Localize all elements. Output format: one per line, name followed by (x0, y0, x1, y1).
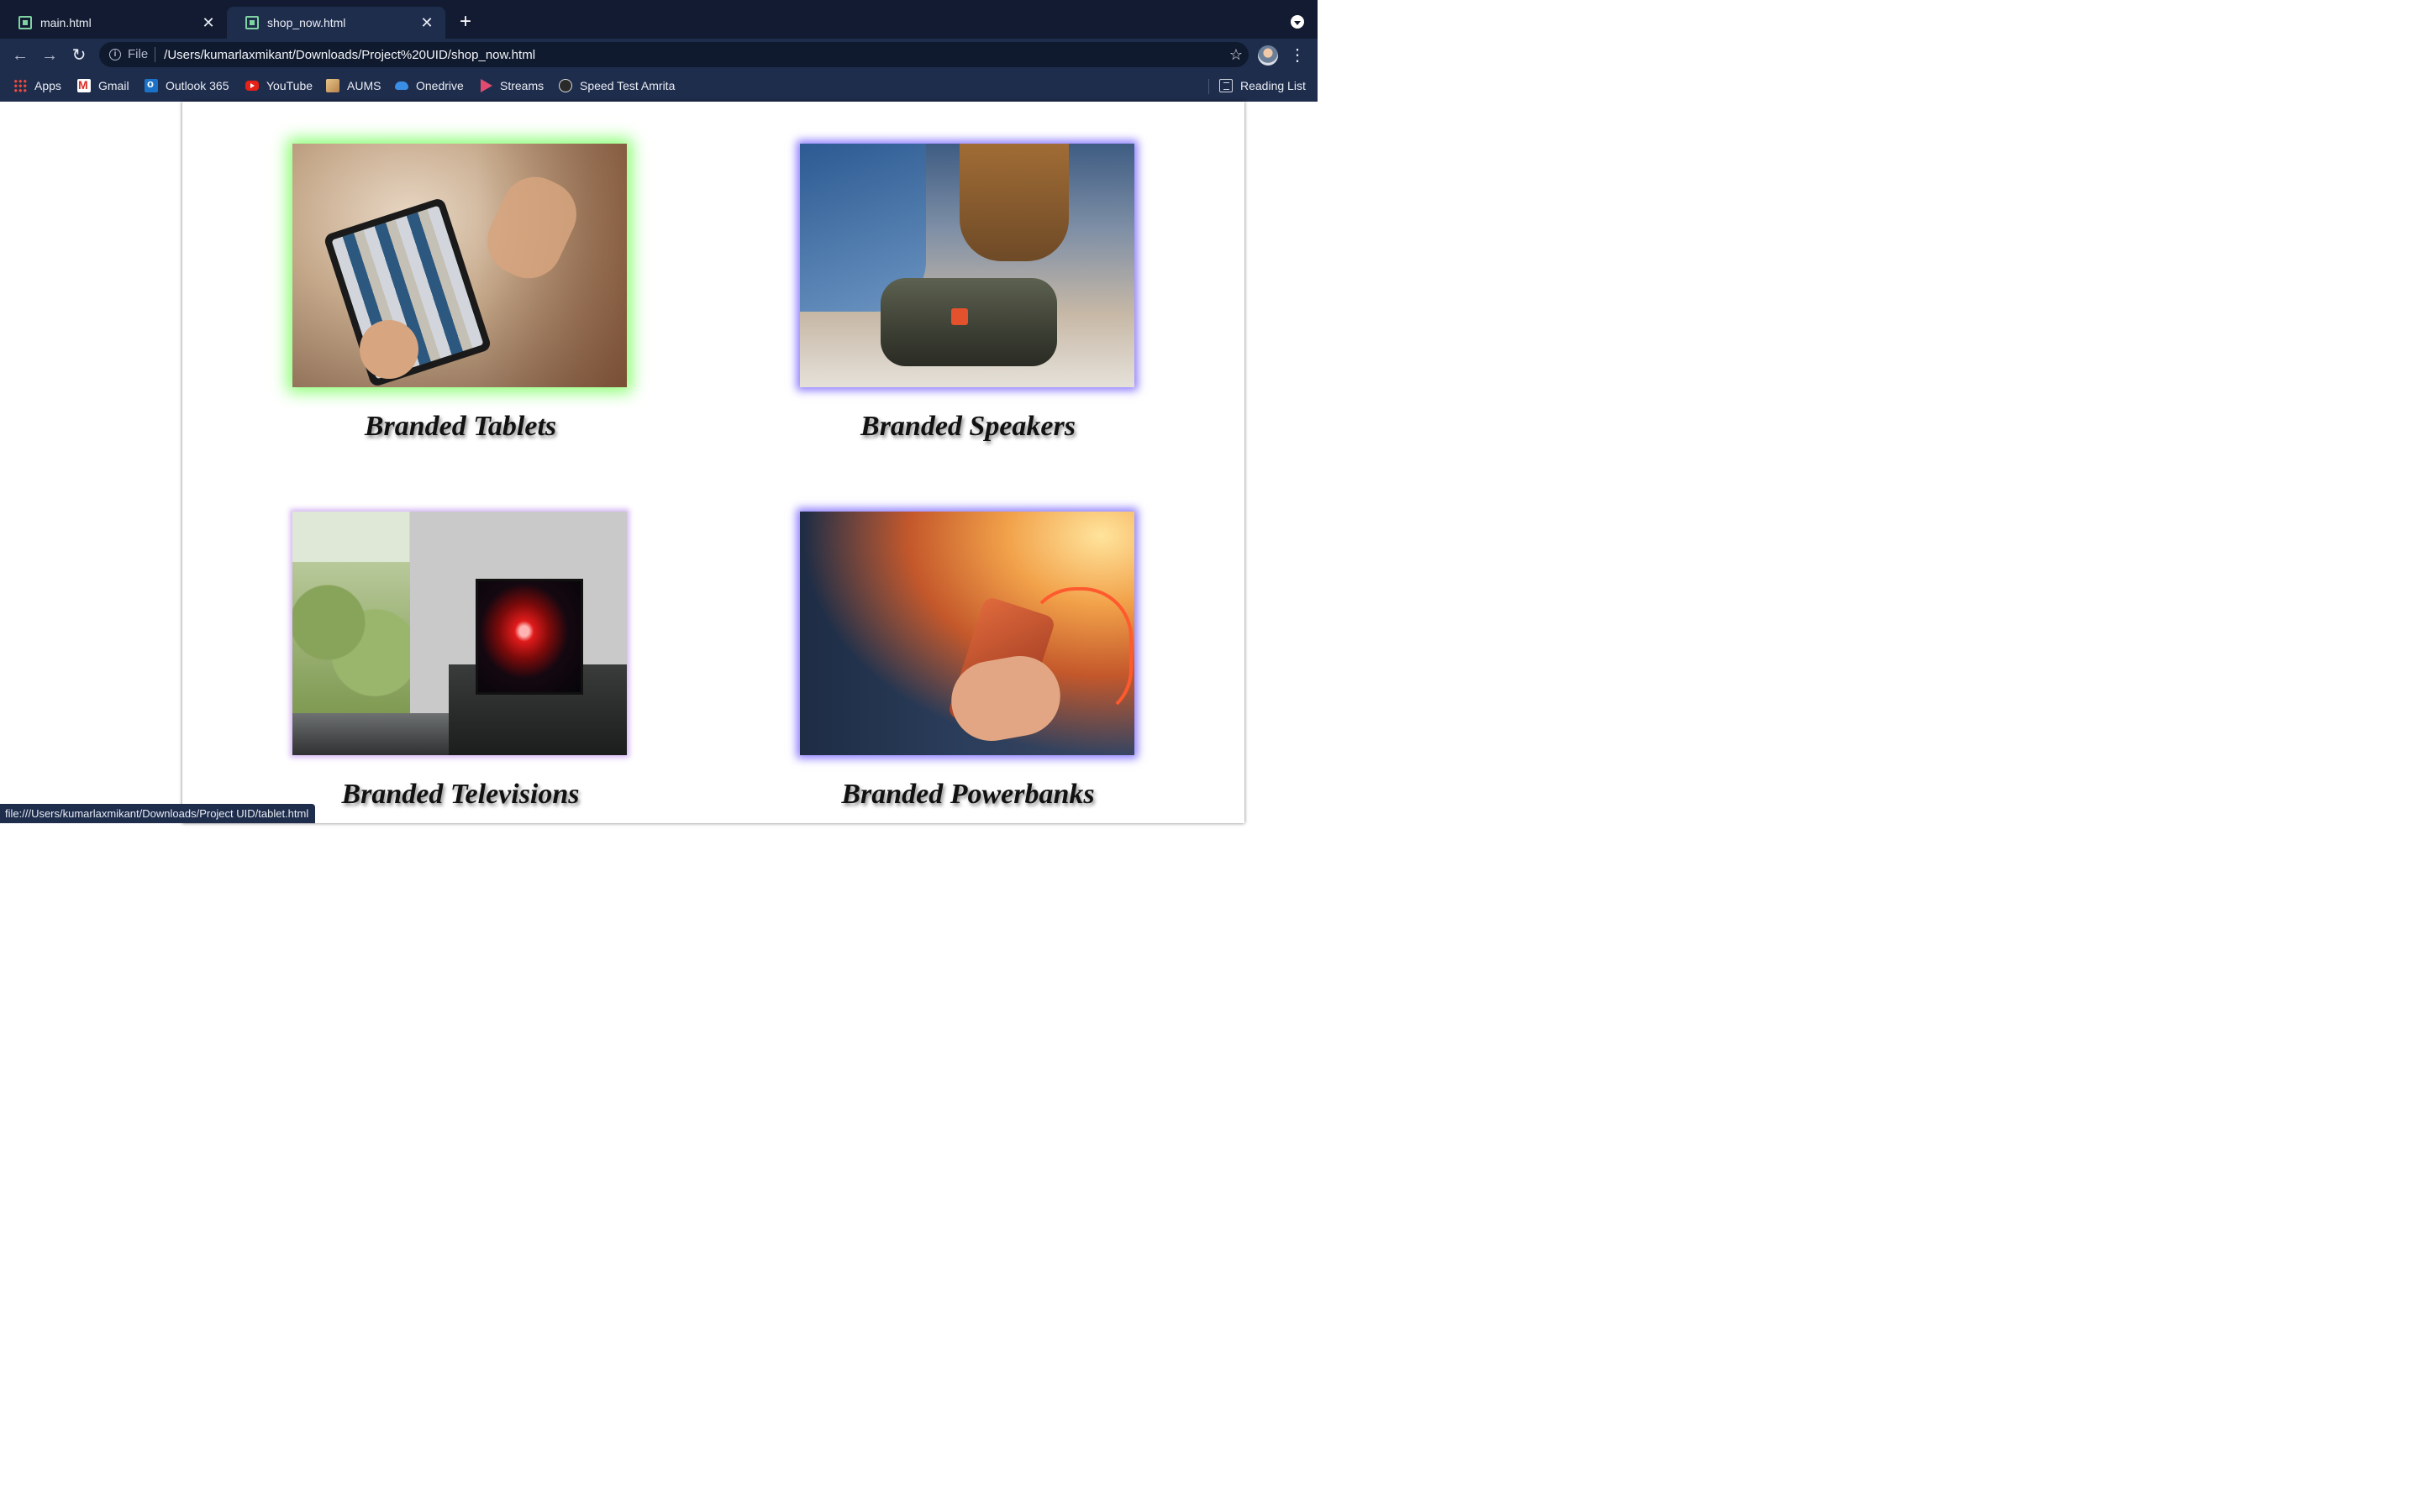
bookmark-label: Gmail (98, 79, 129, 92)
reading-list-icon (1219, 79, 1233, 92)
powerbank-product-image[interactable] (800, 512, 1134, 755)
new-tab-button[interactable]: + (455, 10, 476, 34)
browser-menu-icon[interactable]: ⋮ (1289, 44, 1306, 67)
product-caption[interactable]: Branded Speakers (800, 411, 1136, 443)
link-status-bubble: file:///Users/kumarlaxmikant/Downloads/P… (0, 804, 316, 823)
product-caption[interactable]: Branded Powerbanks (800, 779, 1136, 811)
jacket-shape (960, 144, 1069, 261)
youtube-icon (245, 81, 259, 91)
tv-screen-shape (476, 579, 583, 695)
site-info-icon[interactable]: i (109, 49, 121, 60)
bookmark-star-icon[interactable]: ☆ (1223, 46, 1249, 64)
hand-shape (476, 165, 588, 290)
bookmark-apps[interactable]: Apps (13, 77, 61, 94)
close-tab-icon[interactable]: ✕ (418, 14, 435, 32)
hand-shape (360, 320, 418, 379)
browser-toolbar: ← → ↻ i File /Users/kumarlaxmikant/Downl… (0, 39, 1318, 72)
browser-chrome: main.html ✕ shop_now.html ✕ + ← → ↻ i Fi… (0, 0, 1318, 102)
bookmark-onedrive[interactable]: Onedrive (395, 77, 464, 94)
tab-strip: main.html ✕ shop_now.html ✕ + (0, 0, 1318, 39)
bookmark-label: Outlook 365 (166, 79, 229, 92)
bookmark-label: YouTube (266, 79, 313, 92)
tab-shop-now-html[interactable]: shop_now.html ✕ (227, 7, 445, 39)
product-card-televisions[interactable]: Branded Televisions (292, 512, 629, 811)
bookmarks-bar: Apps Gmail Outlook 365 YouTube AUMS Oned… (0, 72, 1318, 102)
plants-shape (292, 562, 410, 713)
product-caption[interactable]: Branded Televisions (292, 779, 629, 811)
speaker-product-image[interactable] (800, 144, 1134, 387)
gmail-icon (77, 78, 91, 92)
bookmark-speed-test[interactable]: Speed Test Amrita (559, 77, 675, 94)
bookmark-label: Onedrive (416, 79, 464, 92)
bookmark-label: Speed Test Amrita (580, 79, 676, 92)
bookmarks-divider (1208, 79, 1209, 94)
page-favicon-icon (245, 16, 259, 29)
reading-list-label: Reading List (1240, 79, 1306, 92)
reload-icon[interactable]: ↻ (69, 45, 89, 66)
bookmark-label: Streams (500, 79, 544, 92)
apps-grid-icon (13, 79, 27, 92)
url-text[interactable]: /Users/kumarlaxmikant/Downloads/Project%… (164, 48, 1223, 62)
outlook-icon (145, 77, 158, 92)
tab-title: main.html (40, 16, 92, 29)
tab-search-icon[interactable] (1291, 15, 1304, 29)
bookmark-outlook[interactable]: Outlook 365 (145, 77, 229, 94)
onedrive-icon (395, 81, 408, 90)
page-favicon-icon (18, 16, 32, 29)
bookmark-streams[interactable]: Streams (479, 77, 544, 94)
aums-icon (326, 79, 339, 92)
speaker-shape (881, 278, 1057, 366)
bookmark-label: AUMS (347, 79, 381, 92)
reading-list-button[interactable]: Reading List (1219, 77, 1306, 94)
close-tab-icon[interactable]: ✕ (200, 14, 217, 32)
tab-main-html[interactable]: main.html ✕ (0, 7, 227, 39)
profile-avatar[interactable] (1258, 45, 1278, 66)
tab-title: shop_now.html (267, 16, 346, 29)
product-card-speakers[interactable]: Branded Speakers (800, 144, 1136, 443)
speedtest-icon (559, 79, 572, 92)
product-card-powerbanks[interactable]: Branded Powerbanks (800, 512, 1136, 811)
bookmark-aums[interactable]: AUMS (326, 77, 381, 94)
bookmark-label: Apps (34, 79, 61, 92)
forward-arrow-icon[interactable]: → (39, 45, 60, 66)
television-product-image[interactable] (292, 512, 627, 755)
shop-page: Branded Tablets Branded Speakers Branded… (182, 102, 1244, 823)
bookmark-gmail[interactable]: Gmail (77, 77, 129, 94)
brand-logo-shape (951, 308, 968, 325)
address-bar[interactable]: i File /Users/kumarlaxmikant/Downloads/P… (99, 42, 1249, 67)
streams-icon (479, 79, 492, 92)
scheme-label: File (128, 47, 156, 62)
product-caption[interactable]: Branded Tablets (292, 411, 629, 443)
back-arrow-icon[interactable]: ← (10, 45, 30, 66)
tablet-product-image[interactable] (292, 144, 627, 387)
bookmark-youtube[interactable]: YouTube (245, 77, 313, 94)
product-card-tablets[interactable]: Branded Tablets (292, 144, 629, 443)
